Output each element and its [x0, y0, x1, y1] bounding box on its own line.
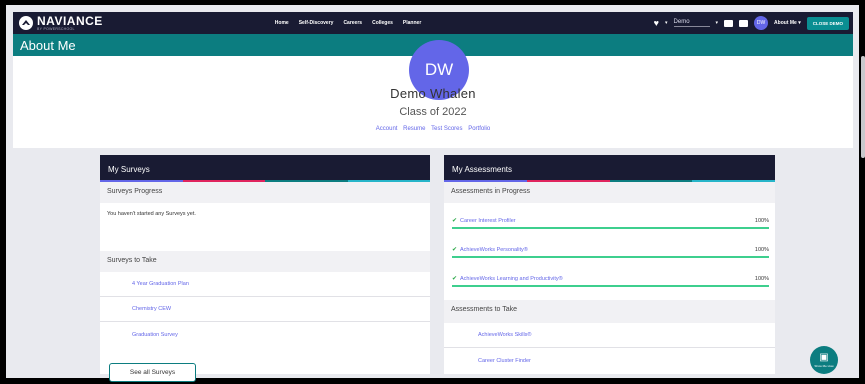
brand-name: NAVIANCE	[37, 13, 103, 28]
assessment-name: Career Interest Profiler	[460, 218, 516, 224]
assessments-progress-heading: Assessments in Progress	[444, 182, 775, 203]
assessments-to-take-heading: Assessments to Take	[444, 300, 775, 323]
link-resume[interactable]: Resume	[403, 126, 425, 132]
survey-item[interactable]: 4 Year Graduation Plan	[100, 272, 430, 297]
close-demo-button[interactable]: CLOSE DEMO	[806, 16, 849, 30]
assessments-card: My Assessments Assessments in Progress ✔…	[444, 155, 775, 374]
progress-bar	[452, 285, 769, 287]
surveys-card-header: My Surveys	[100, 155, 430, 182]
main-nav: Home Self-Discovery Careers Colleges Pla…	[275, 20, 421, 26]
surveys-empty-message: You haven't started any Surveys yet.	[107, 211, 196, 217]
nav-careers[interactable]: Careers	[343, 20, 362, 26]
assessment-percent: 100%	[754, 218, 769, 224]
nav-home[interactable]: Home	[275, 20, 289, 26]
survey-item[interactable]: Graduation Survey	[100, 322, 430, 347]
nav-colleges[interactable]: Colleges	[372, 20, 393, 26]
favorites-chevron-down-icon[interactable]: ▾	[665, 20, 668, 26]
page-title: About Me	[20, 38, 76, 53]
surveys-to-take-heading: Surveys to Take	[100, 251, 430, 272]
assessment-progress-item[interactable]: ✔ AchieveWorks Personality® 100%	[444, 240, 775, 269]
progress-bar	[452, 256, 769, 258]
color-stripe	[100, 180, 430, 182]
naviance-logo-icon	[19, 16, 33, 30]
favorites-heart-icon[interactable]: ♥	[654, 18, 659, 28]
surveys-progress-heading: Surveys Progress	[100, 182, 430, 203]
link-test-scores[interactable]: Test Scores	[431, 126, 462, 132]
show-me-how-button[interactable]: ▣ Show Me How	[810, 346, 838, 374]
survey-item-label: Chemistry CEW	[132, 306, 172, 312]
user-avatar[interactable]: DW	[754, 16, 769, 30]
demo-select[interactable]: Demo	[673, 19, 710, 27]
assessment-percent: 100%	[754, 276, 769, 282]
demo-chevron-down-icon[interactable]: ▾	[716, 20, 719, 26]
about-me-label: About Me	[774, 20, 797, 26]
mail-icon[interactable]	[739, 19, 749, 27]
nav-planner[interactable]: Planner	[403, 20, 421, 26]
naviance-logo[interactable]: NAVIANCE BY POWERSCHOOL	[19, 15, 103, 32]
link-portfolio[interactable]: Portfolio	[468, 126, 490, 132]
assessment-take-label: AchieveWorks Skills®	[478, 332, 532, 338]
surveys-card: My Surveys Surveys Progress You haven't …	[100, 155, 430, 382]
nav-right: ♥ ▾ Demo ▾ DW About Me ▾ CLOSE DEMO	[654, 16, 849, 30]
assessment-name: AchieveWorks Learning and Productivity®	[460, 276, 563, 282]
page-scrollbar[interactable]	[861, 56, 865, 158]
brand-subtitle: BY POWERSCHOOL	[37, 26, 75, 31]
about-me-menu[interactable]: About Me ▾	[774, 20, 801, 26]
messages-icon[interactable]	[724, 19, 734, 27]
surveys-card-title: My Surveys	[108, 165, 150, 174]
progress-bar	[452, 227, 769, 229]
survey-item-label: 4 Year Graduation Plan	[132, 281, 189, 287]
profile-class: Class of 2022	[399, 106, 467, 118]
help-icon: ▣	[819, 352, 829, 363]
assessment-take-item[interactable]: Career Cluster Finder	[444, 348, 775, 373]
assessment-percent: 100%	[754, 247, 769, 253]
top-navbar: NAVIANCE BY POWERSCHOOL Home Self-Discov…	[13, 12, 853, 34]
check-icon: ✔	[452, 247, 458, 253]
assessment-take-label: Career Cluster Finder	[478, 357, 531, 364]
assessments-card-header: My Assessments	[444, 155, 775, 182]
survey-item[interactable]: Chemistry CEW	[100, 297, 430, 322]
assessment-progress-item[interactable]: ✔ Career Interest Profiler 100%	[444, 211, 775, 240]
assessments-card-title: My Assessments	[452, 165, 513, 174]
show-me-how-label: Show Me How	[814, 364, 834, 368]
profile-links: Account Resume Test Scores Portfolio	[13, 126, 853, 132]
check-icon: ✔	[452, 276, 458, 282]
nav-self-discovery[interactable]: Self-Discovery	[299, 20, 334, 26]
color-stripe	[444, 180, 775, 182]
assessment-name: AchieveWorks Personality®	[460, 247, 528, 253]
see-all-surveys-button[interactable]: See all Surveys	[109, 363, 196, 382]
profile-name: Demo Whalen	[390, 86, 476, 101]
assessment-progress-item[interactable]: ✔ AchieveWorks Learning and Productivity…	[444, 269, 775, 298]
check-icon: ✔	[452, 218, 458, 224]
profile-section: DW Demo Whalen Class of 2022 Account Res…	[13, 40, 853, 148]
survey-item-label: Graduation Survey	[132, 331, 178, 338]
link-account[interactable]: Account	[376, 126, 398, 132]
assessment-take-item[interactable]: AchieveWorks Skills®	[444, 323, 775, 348]
